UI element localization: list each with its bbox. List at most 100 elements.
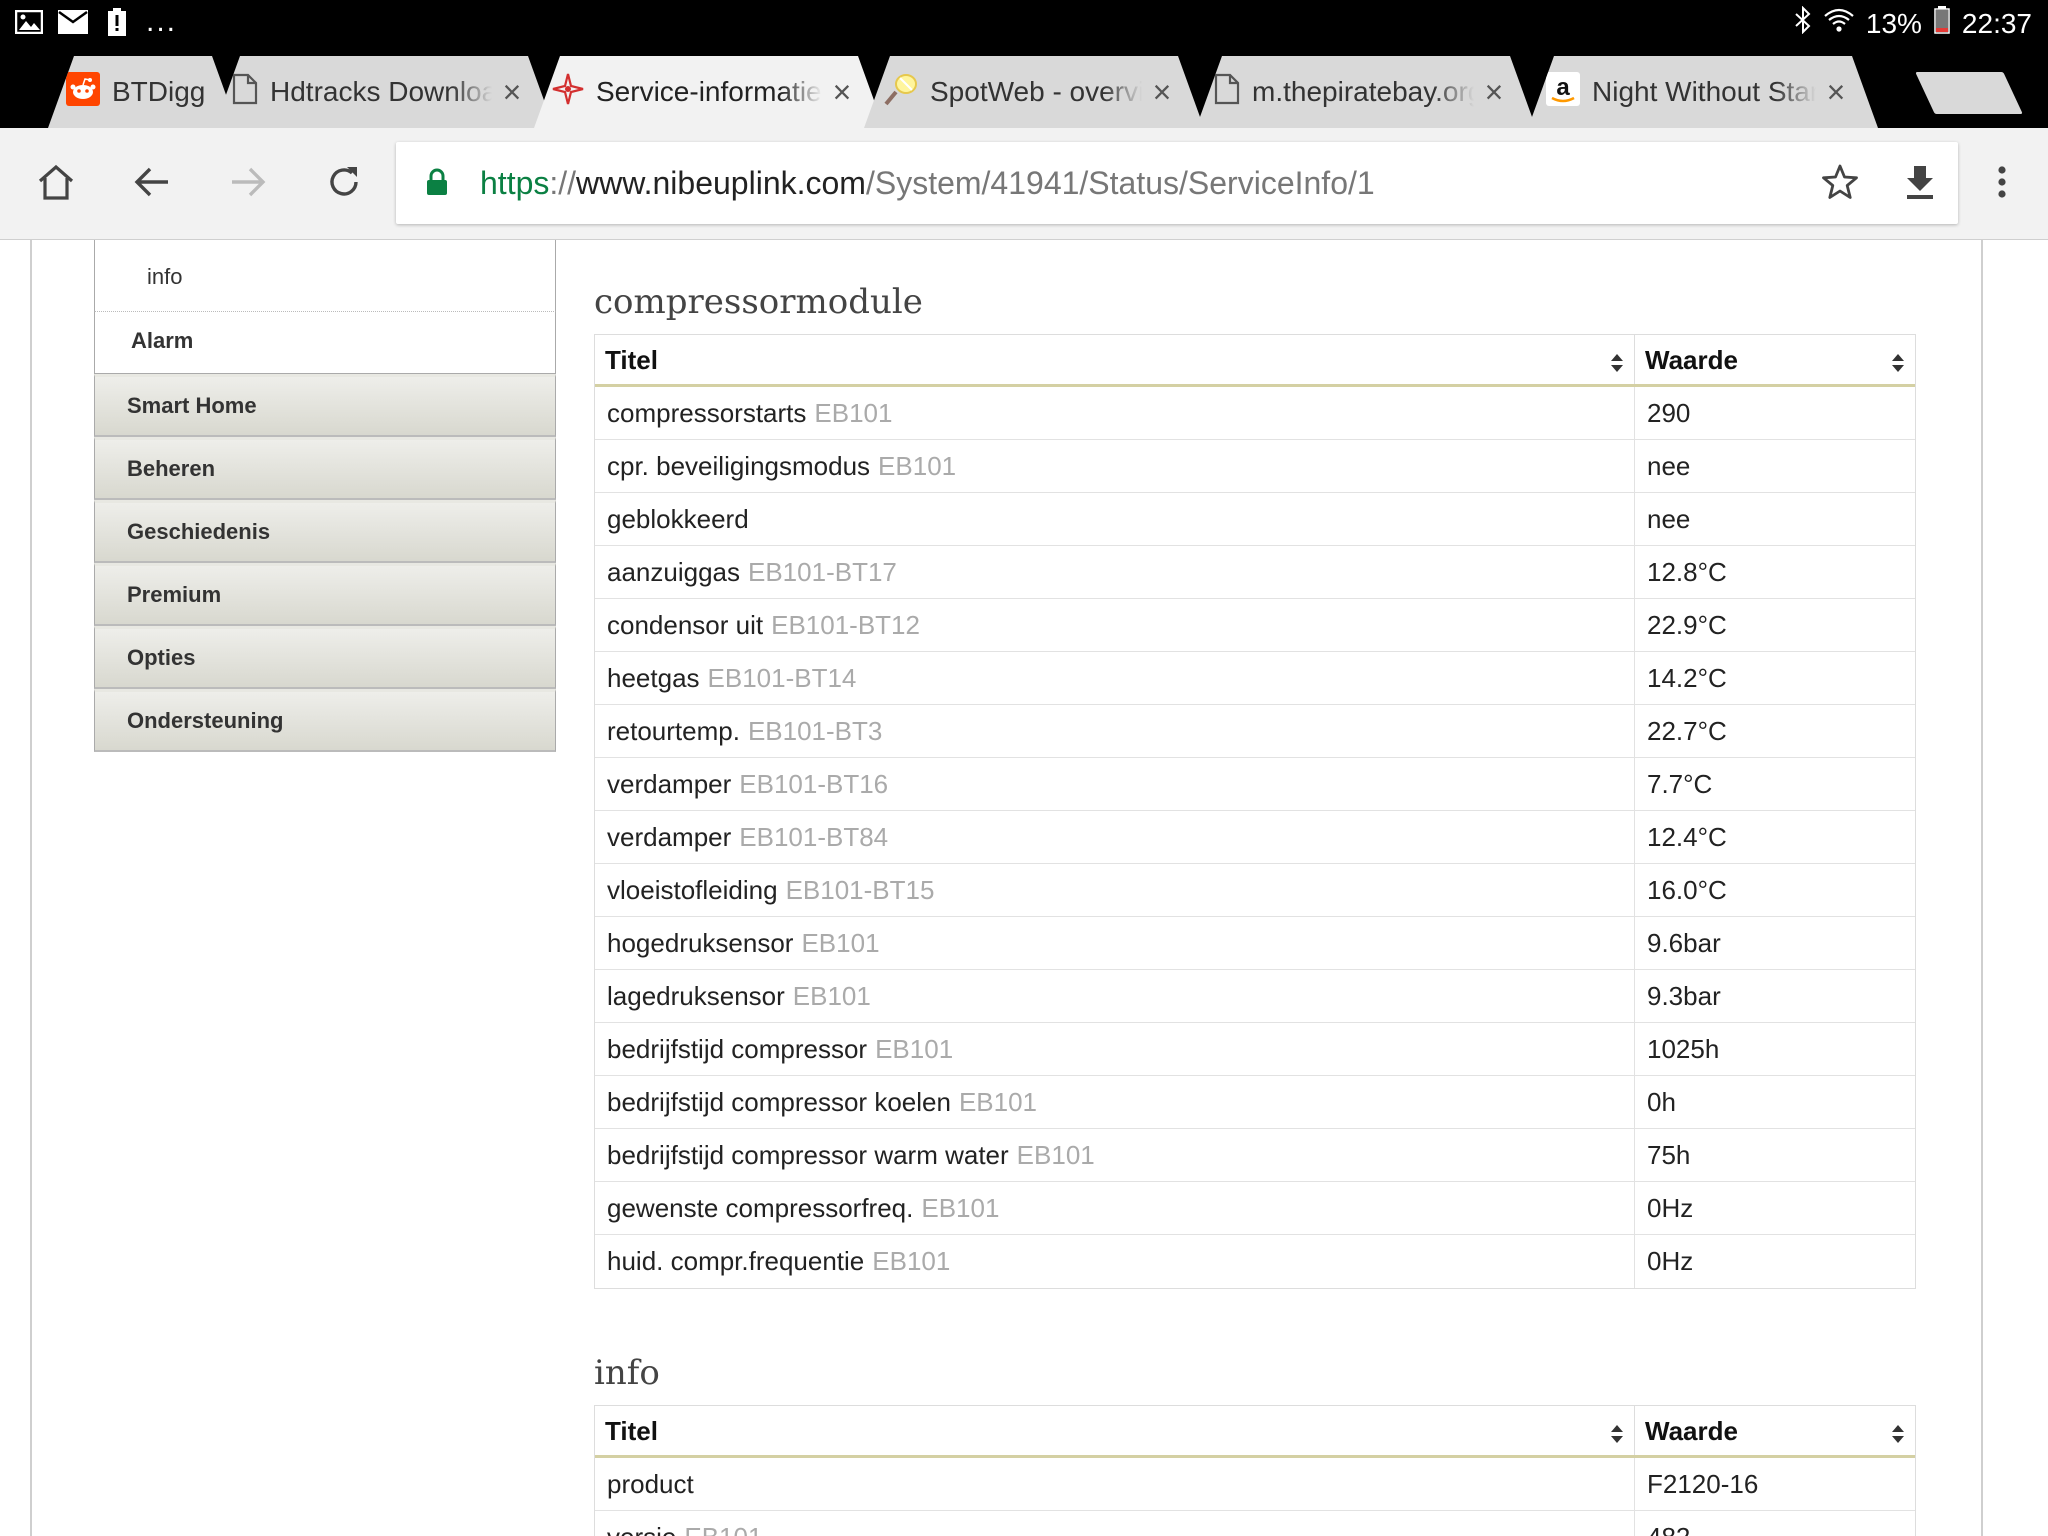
- column-header-titel[interactable]: Titel: [595, 1406, 1635, 1455]
- row-label: condensor uit: [607, 610, 764, 640]
- table-row: aanzuiggas EB101-BT17 12.8°C: [595, 546, 1915, 599]
- tab-hdtracks[interactable]: Hdtracks Download ×: [214, 56, 554, 128]
- wifi-icon: [1824, 7, 1854, 40]
- page-border-left: [30, 240, 32, 1536]
- cell-title: huid. compr.frequentie EB101: [595, 1235, 1635, 1288]
- amazon-icon: a: [1546, 72, 1580, 113]
- row-code: EB101-BT12: [771, 610, 920, 640]
- table-header: Titel Waarde: [595, 1406, 1915, 1458]
- row-code: EB101: [875, 1034, 954, 1064]
- cell-title: verdamper EB101-BT16: [595, 758, 1635, 810]
- column-header-titel[interactable]: Titel: [595, 335, 1635, 384]
- column-header-waarde[interactable]: Waarde: [1635, 335, 1915, 384]
- spotweb-icon: [882, 72, 918, 113]
- sidebar-item-geschiedenis[interactable]: Geschiedenis: [94, 500, 556, 563]
- row-value: 16.0°C: [1647, 875, 1727, 905]
- row-label: versie: [607, 1522, 676, 1536]
- tab-btdigg[interactable]: BTDigg: [48, 56, 238, 128]
- tab-title: BTDigg: [112, 76, 206, 107]
- table-row: vloeistofleiding EB101-BT15 16.0°C: [595, 864, 1915, 917]
- row-value: 9.6bar: [1647, 928, 1721, 958]
- close-tab-button[interactable]: ×: [822, 74, 862, 111]
- table-body: compressorstarts EB101 290 cpr. beveiliging…: [595, 387, 1915, 1288]
- tab-strip: BTDigg Hdtracks Download × Service-infor…: [0, 48, 2048, 128]
- battery-percent: 13%: [1865, 7, 1922, 39]
- row-label: verdamper: [607, 822, 732, 852]
- row-value: 22.9°C: [1647, 610, 1727, 640]
- menu-button[interactable]: [1974, 156, 2030, 212]
- sidebar-item-premium[interactable]: Premium: [94, 563, 556, 626]
- row-label: bedrijfstijd compressor: [607, 1034, 868, 1064]
- close-tab-button[interactable]: ×: [1816, 74, 1856, 111]
- info-table: Titel Waarde product F2120-16 versie EB101 4…: [594, 1405, 1916, 1536]
- row-label: huid. compr.frequentie: [607, 1246, 865, 1276]
- tab-piratebay[interactable]: m.thepiratebay.org ×: [1196, 56, 1536, 128]
- close-tab-button[interactable]: ×: [1142, 74, 1182, 111]
- sidebar-item-alarm[interactable]: Alarm: [94, 312, 556, 374]
- row-value: 0Hz: [1647, 1246, 1694, 1276]
- home-icon: [36, 163, 76, 206]
- row-label: verdamper: [607, 769, 732, 799]
- row-code: EB101-BT16: [739, 769, 889, 799]
- table-row: compressorstarts EB101 290: [595, 387, 1915, 440]
- row-value: 290: [1647, 398, 1691, 428]
- row-code: EB101: [814, 398, 893, 428]
- reload-button[interactable]: [316, 156, 372, 212]
- table-row: huid. compr.frequentie EB101 0Hz: [595, 1235, 1915, 1288]
- tab-spotweb[interactable]: SpotWeb - overview ×: [864, 56, 1204, 128]
- table-row: bedrijfstijd compressor koelen EB101 0h: [595, 1076, 1915, 1129]
- bookmark-button[interactable]: [1812, 156, 1868, 212]
- row-label: geblokkeerd: [607, 504, 749, 534]
- sidebar-item-opties[interactable]: Opties: [94, 626, 556, 689]
- back-button[interactable]: [124, 156, 180, 212]
- home-button[interactable]: [28, 156, 84, 212]
- row-code: EB101: [684, 1522, 762, 1536]
- new-tab-button[interactable]: [1915, 72, 2023, 114]
- tab-title: Night Without Stars: [1592, 76, 1816, 107]
- sidebar-item-ondersteuning[interactable]: Ondersteuning: [94, 689, 556, 752]
- column-header-label: Waarde: [1645, 1416, 1738, 1446]
- status-bar: ... 13% 22:37: [0, 0, 2048, 48]
- row-label: bedrijfstijd compressor warm water: [607, 1140, 1009, 1170]
- row-code: EB101-BT17: [748, 557, 897, 587]
- table-row: versie EB101 482: [595, 1511, 1915, 1536]
- sidebar-subitem-info[interactable]: info: [94, 240, 556, 312]
- table-row: gewenste compressorfreq. EB101 0Hz: [595, 1182, 1915, 1235]
- star-icon: [1821, 164, 1859, 205]
- row-label: cpr. beveiligingsmodus: [607, 451, 871, 481]
- cell-title: condensor uit EB101-BT12: [595, 599, 1635, 651]
- tab-amazon[interactable]: a Night Without Stars ×: [1528, 56, 1878, 128]
- row-value: 0h: [1647, 1087, 1676, 1117]
- browser-toolbar: https://www.nibeuplink.com/System/41941/…: [0, 128, 2048, 240]
- address-bar[interactable]: https://www.nibeuplink.com/System/41941/…: [396, 142, 1958, 224]
- web-page: info Alarm Smart Home Beheren Geschieden…: [0, 240, 2048, 1536]
- clock: 22:37: [1961, 7, 2032, 39]
- table-row: geblokkeerd nee: [595, 493, 1915, 546]
- tab-title: SpotWeb - overview: [930, 76, 1142, 107]
- document-icon: [232, 73, 258, 112]
- download-button[interactable]: [1892, 156, 1948, 212]
- url-text: https://www.nibeuplink.com/System/41941/…: [480, 165, 1375, 202]
- battery-icon: [1934, 6, 1950, 41]
- sidebar-item-beheren[interactable]: Beheren: [94, 437, 556, 500]
- close-tab-button[interactable]: ×: [492, 74, 532, 111]
- more-vert-icon: [1997, 165, 2007, 204]
- row-label: compressorstarts: [607, 398, 807, 428]
- row-value: 14.2°C: [1647, 663, 1727, 693]
- row-code: EB101-BT15: [785, 875, 935, 905]
- bluetooth-icon: [1794, 5, 1812, 41]
- row-label: lagedruksensor: [607, 981, 785, 1011]
- cell-title: cpr. beveiligingsmodus EB101: [595, 440, 1635, 492]
- column-header-waarde[interactable]: Waarde: [1635, 1406, 1915, 1455]
- row-code: EB101: [878, 451, 957, 481]
- forward-button[interactable]: [220, 156, 276, 212]
- close-tab-button[interactable]: ×: [1474, 74, 1514, 111]
- row-label: gewenste compressorfreq.: [607, 1193, 914, 1223]
- row-code: EB101: [958, 1087, 1038, 1117]
- cell-title: retourtemp. EB101-BT3: [595, 705, 1635, 757]
- sort-icon: [1611, 354, 1623, 372]
- sidebar-item-smart-home[interactable]: Smart Home: [94, 374, 556, 437]
- tab-service-info[interactable]: Service-informatie ×: [534, 56, 884, 128]
- nibe-icon: [552, 73, 584, 112]
- sort-icon: [1892, 1425, 1904, 1443]
